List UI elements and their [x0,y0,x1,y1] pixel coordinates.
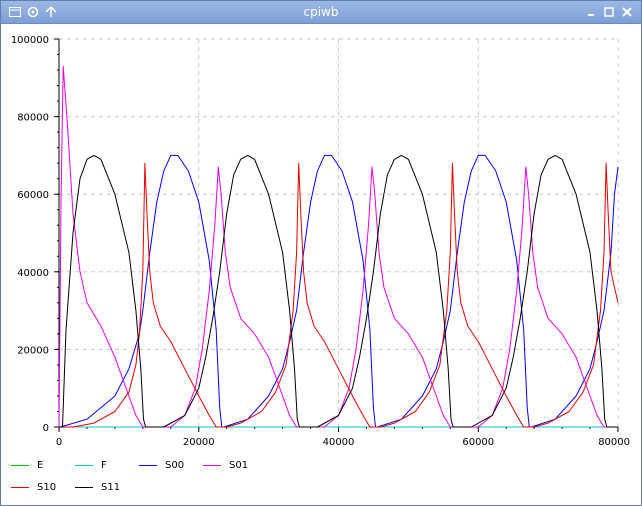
plot-area: 0 20000 40000 60000 80000 100000 0 20000 40000 60… [1,24,641,454]
legend-label: S01 [229,459,249,471]
x-tick-label: 0 [56,437,62,448]
x-tick-label: 60000 [462,437,494,448]
window-title: cpiwb [303,5,339,19]
y-tick-label: 100000 [11,35,49,46]
legend-item-e: E [11,458,43,472]
maximize-icon[interactable] [601,4,617,20]
y-tick-label: 0 [43,423,49,434]
x-tick-label: 80000 [598,437,630,448]
close-icon[interactable] [619,4,635,20]
legend-item-s00: S00 [139,458,184,472]
y-tick-label: 80000 [17,113,49,124]
line-chart: 0 20000 40000 60000 80000 100000 0 20000 40000 60… [11,35,630,448]
legend-swatch [139,464,157,466]
legend-swatch [75,486,93,488]
legend-label: S10 [37,481,57,493]
x-tick-label: 20000 [183,437,215,448]
legend-label: E [37,459,44,471]
legend-label: F [101,459,107,471]
legend-item-s11: S11 [75,480,120,494]
x-tick-label: 40000 [323,437,355,448]
legend-item-s01: S01 [203,458,248,472]
legend-swatch [11,486,29,488]
app-window: cpiwb 0 20000 40000 60000 80000 100000 0 20000 4… [0,0,642,506]
y-tick-label: 40000 [17,268,49,279]
legend-label: S11 [101,481,121,493]
legend-item-s10: S10 [11,480,56,494]
minimize-icon[interactable] [583,4,599,20]
legend-item-f: F [75,458,107,472]
title-bar: cpiwb [1,1,641,24]
y-tick-label: 20000 [17,345,49,356]
chart-legend: E F S00 S01 S10 S11 [1,454,641,504]
legend-swatch [75,464,93,466]
legend-swatch [203,464,221,466]
y-tick-label: 60000 [17,190,49,201]
legend-label: S00 [165,459,185,471]
legend-swatch [11,464,29,466]
